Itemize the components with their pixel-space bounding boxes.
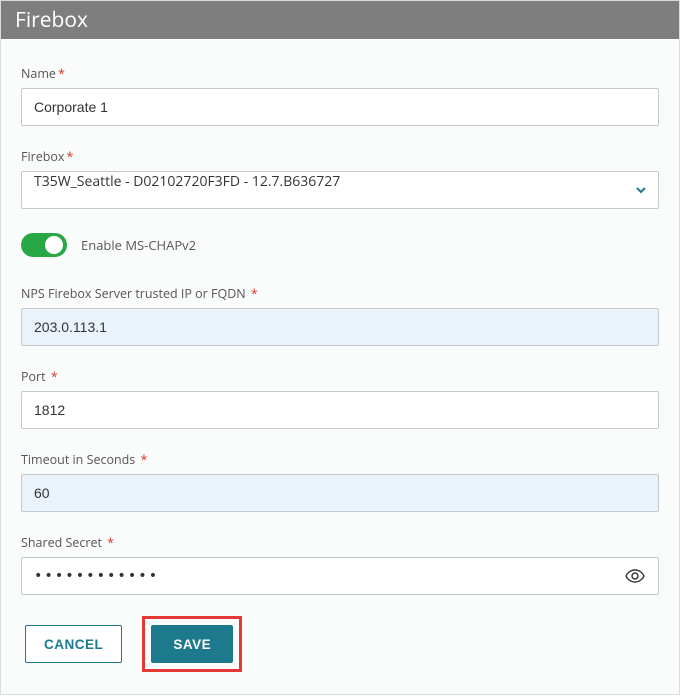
required-asterisk: * — [248, 285, 258, 302]
enable-mschapv2-toggle[interactable] — [21, 233, 67, 257]
toggle-knob — [45, 236, 63, 254]
firebox-label: Firebox* — [21, 148, 659, 165]
firebox-selected-value: T35W_Seattle - D02102720F3FD - 12.7.B636… — [34, 172, 340, 191]
nps-ip-input[interactable] — [21, 308, 659, 346]
required-asterisk: * — [58, 65, 65, 82]
required-asterisk: * — [48, 368, 58, 385]
firebox-select[interactable]: T35W_Seattle - D02102720F3FD - 12.7.B636… — [21, 171, 659, 209]
name-input[interactable] — [21, 88, 659, 126]
ip-label: NPS Firebox Server trusted IP or FQDN * — [21, 285, 659, 302]
required-asterisk: * — [137, 451, 147, 468]
firebox-config-panel: Firebox Name* Firebox* T35W_Seattle - D0… — [0, 0, 680, 695]
timeout-input[interactable] — [21, 474, 659, 512]
required-asterisk: * — [104, 534, 114, 551]
shared-secret-label: Shared Secret * — [21, 534, 659, 551]
save-button[interactable]: SAVE — [151, 625, 233, 663]
eye-icon — [625, 569, 645, 583]
name-label: Name* — [21, 65, 659, 82]
port-label: Port * — [21, 368, 659, 385]
save-button-highlight: SAVE — [142, 616, 242, 672]
enable-mschapv2-label: Enable MS-CHAPv2 — [81, 236, 196, 254]
button-row: CANCEL SAVE — [21, 625, 659, 672]
shared-secret-input[interactable] — [21, 557, 659, 595]
panel-title: Firebox — [15, 6, 88, 34]
port-input[interactable] — [21, 391, 659, 429]
timeout-label: Timeout in Seconds * — [21, 451, 659, 468]
required-asterisk: * — [66, 148, 73, 165]
panel-header: Firebox — [1, 1, 679, 39]
reveal-secret-button[interactable] — [621, 565, 649, 587]
cancel-button[interactable]: CANCEL — [25, 625, 122, 663]
form-body: Name* Firebox* T35W_Seattle - D02102720F… — [1, 39, 679, 692]
